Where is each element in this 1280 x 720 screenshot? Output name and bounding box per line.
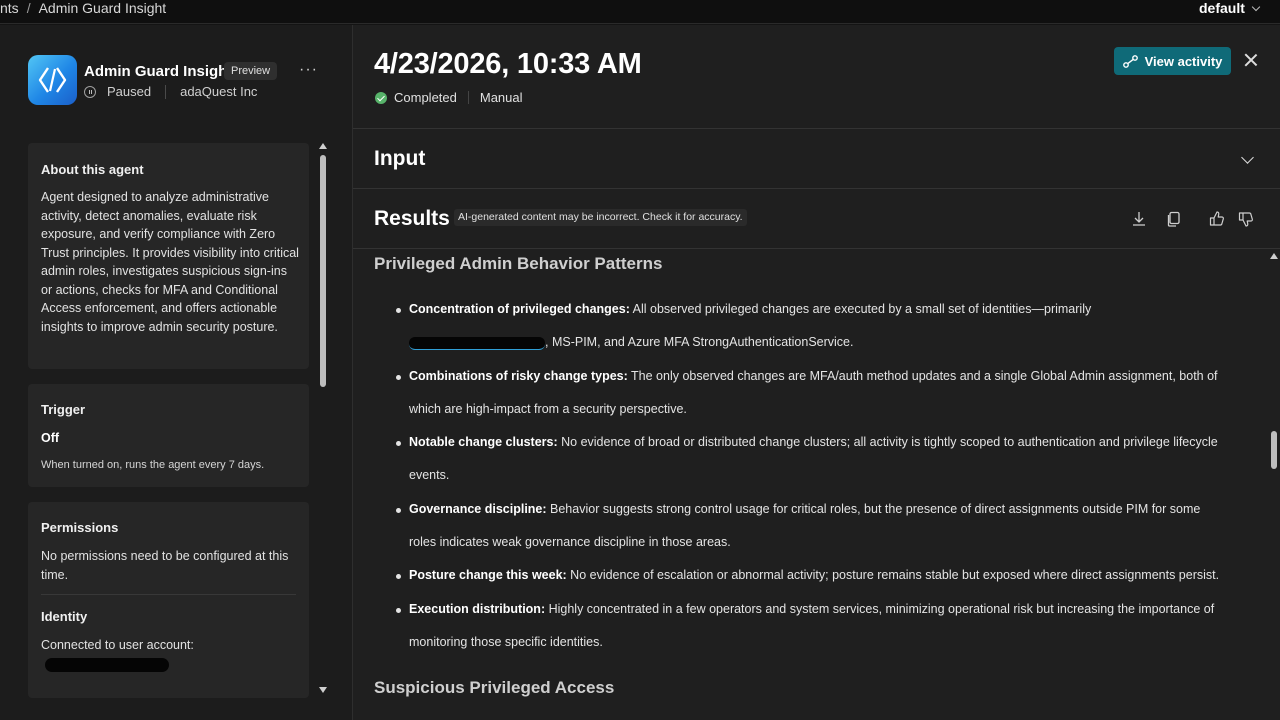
finding-label: Notable change clusters: [409,435,558,450]
preview-badge: Preview [224,62,278,80]
list-item: Notable change clusters: No evidence of … [396,426,1229,493]
agent-name: Admin Guard Insight [84,63,233,80]
run-details-panel: 4/23/2026, 10:33 AM Completed Manual Vie… [352,25,1280,720]
left-scrollbar[interactable] [319,143,327,703]
trigger-card: Trigger Off When turned on, runs the age… [28,384,309,487]
divider [41,594,296,595]
section-heading: Privileged Admin Behavior Patterns [374,254,663,273]
run-title: 4/23/2026, 10:33 AM [374,48,642,80]
pause-icon [84,85,96,98]
run-mode: Manual [479,90,523,105]
scrollbar-thumb[interactable] [320,155,326,387]
agent-status: Paused [107,84,152,99]
redacted-account [45,658,169,672]
scrollbar-thumb[interactable] [1271,431,1277,469]
divider [165,84,167,99]
list-item: Governance discipline: Behavior suggests… [396,493,1229,560]
finding-text: No evidence of escalation or abnormal ac… [566,568,1220,583]
finding-label: Concentration of privileged changes: [409,302,630,316]
results-title: Results [374,207,450,230]
run-status: Completed [394,90,457,105]
thumbs-up-icon[interactable] [1208,210,1226,228]
agent-status-row: Paused adaQuest Inc [84,84,257,99]
identity-description: Connected to user account: [41,638,194,652]
trigger-title: Trigger [41,402,86,417]
environment-selector[interactable]: default [1199,0,1261,16]
permissions-description: No permissions need to be configured at … [41,549,289,582]
download-icon[interactable] [1130,210,1148,228]
chevron-down-icon[interactable] [1241,151,1254,164]
redacted-email-link[interactable] [409,336,545,350]
scroll-up-arrow-icon[interactable] [1270,253,1278,259]
trigger-description: When turned on, runs the agent every 7 d… [41,459,265,471]
finding-label: Execution distribution: [409,601,546,616]
breadcrumb-item-parent[interactable]: nts [0,0,19,16]
thumbs-down-icon[interactable] [1237,210,1255,228]
check-circle-icon [375,91,387,104]
list-item: Concentration of privileged changes: All… [396,293,1229,360]
agent-logo-icon [28,55,77,105]
finding-text-continued: , MS-PIM, and Azure MFA StrongAuthentica… [545,335,854,350]
about-title: About this agent [41,162,144,177]
scroll-up-arrow-icon[interactable] [319,143,327,149]
results-scrollbar[interactable] [1270,253,1278,720]
finding-label: Posture change this week: [409,568,567,583]
results-content: Privileged Admin Behavior Patterns Conce… [353,249,1280,720]
finding-text: All observed privileged changes are exec… [629,302,1092,316]
section-heading: Suspicious Privileged Access [374,678,615,697]
run-meta: Completed Manual [375,90,523,105]
close-icon[interactable] [1244,53,1258,67]
environment-label: default [1199,0,1245,16]
about-card: About this agent Agent designed to analy… [28,143,309,369]
list-item: Combinations of risky change types: The … [396,360,1229,427]
finding-label: Governance discipline: [409,501,547,516]
agent-org: adaQuest Inc [180,84,258,99]
breadcrumb-separator: / [26,0,31,16]
chevron-down-icon [1251,2,1261,12]
permissions-title: Permissions [41,520,119,535]
list-item: Execution distribution: Highly concentra… [396,593,1229,660]
top-bar: nts / Admin Guard Insight default [0,0,1280,24]
divider [353,188,1280,189]
input-section-title[interactable]: Input [374,147,425,171]
copy-icon[interactable] [1165,210,1183,228]
breadcrumb: nts / Admin Guard Insight [0,0,166,16]
more-options-button[interactable]: ··· [299,61,318,79]
agent-details-panel: Admin Guard Insight Preview ··· Paused a… [0,25,355,720]
identity-title: Identity [41,609,88,624]
divider [467,91,469,104]
divider [353,128,1280,129]
permissions-card: Permissions No permissions need to be co… [28,502,309,698]
view-activity-label: View activity [1144,53,1223,69]
breadcrumb-item-current[interactable]: Admin Guard Insight [39,0,167,16]
activity-link-icon [1122,54,1138,68]
ai-disclaimer: AI-generated content may be incorrect. C… [454,209,747,226]
view-activity-button[interactable]: View activity [1114,47,1231,75]
about-description: Agent designed to analyze administrative… [41,190,299,334]
list-item: Posture change this week: No evidence of… [396,559,1229,592]
finding-label: Combinations of risky change types: [409,368,628,383]
findings-list: Concentration of privileged changes: All… [396,293,1229,660]
scroll-down-arrow-icon[interactable] [319,687,327,693]
trigger-state: Off [41,431,60,445]
